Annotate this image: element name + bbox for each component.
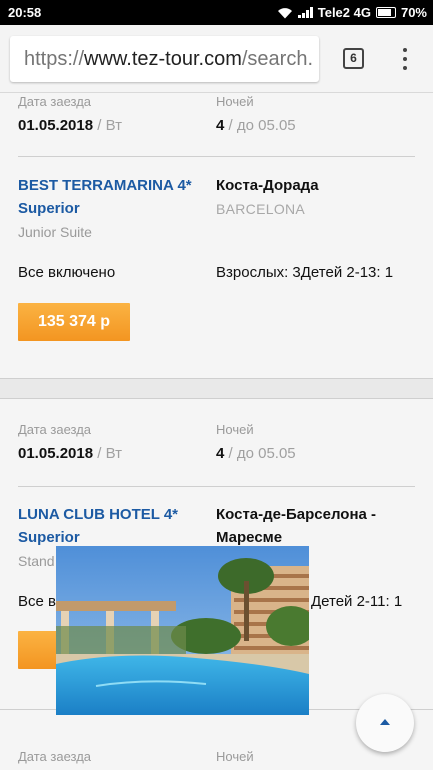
nights-value: 4 / до 05.05 (216, 445, 296, 462)
nights-until: / до 05.05 (228, 117, 296, 134)
status-indicators: Tele2 4G 70% (277, 5, 427, 20)
nights-until: / до 05.05 (228, 445, 296, 462)
room-type: Stand (18, 553, 55, 569)
nights-count: 4 (216, 445, 225, 462)
status-time: 20:58 (8, 5, 42, 20)
url-scheme: https:// (24, 48, 85, 70)
address-bar[interactable]: https://www.tez-tour.com/search. (10, 36, 319, 82)
hotel-name-link[interactable]: LUNA CLUB HOTEL 4* Superior (18, 503, 208, 549)
tab-count: 6 (350, 51, 357, 65)
scroll-up-icon (380, 719, 390, 725)
nights-count: 4 (216, 117, 225, 134)
browser-toolbar: https://www.tez-tour.com/search. 6 (0, 25, 433, 93)
checkin-value: 01.05.2018 / Вт (18, 117, 122, 134)
city-name: BARCELONA (216, 201, 306, 217)
price-button[interactable]: 135 374 р (18, 303, 130, 341)
status-bar: 20:58 Tele2 4G 70% (0, 0, 433, 25)
checkin-weekday: / Вт (97, 117, 122, 134)
region-name: Коста-де-Барселона - Маресме (216, 506, 377, 546)
tour-card: Дата заезда 01.05.2018 / Вт Ночей 4 / до… (0, 93, 433, 379)
nights-label: Ночей (216, 94, 254, 109)
checkin-date: 01.05.2018 (18, 117, 94, 134)
hotel-photo (56, 546, 309, 715)
nights-value: 4 / до 05.05 (216, 117, 296, 134)
tourists-info: Детей 2-11: 1 (311, 593, 403, 610)
hotel-photo-image (56, 546, 309, 715)
tourists-info: Взрослых: 3Детей 2-13: 1 (216, 264, 394, 281)
checkin-label: Дата заезда (18, 749, 92, 764)
carrier-label: Tele2 4G (317, 5, 371, 20)
checkin-label: Дата заезда (18, 94, 92, 109)
checkin-weekday: / Вт (97, 445, 122, 462)
battery-percent: 70% (400, 5, 427, 20)
card-divider (18, 156, 415, 157)
url-domain: www.tez-tour.com (84, 48, 242, 70)
url-path: /search. (241, 48, 314, 70)
card-divider (18, 486, 415, 487)
signal-icon (297, 7, 313, 18)
region-name: Коста-Дорада (216, 177, 319, 194)
room-type: Junior Suite (18, 224, 92, 240)
checkin-date: 01.05.2018 (18, 445, 94, 462)
checkin-value: 01.05.2018 / Вт (18, 445, 122, 462)
meal-plan: Все включено (18, 264, 116, 281)
checkin-label: Дата заезда (18, 422, 92, 437)
nights-label: Ночей (216, 422, 254, 437)
battery-icon (375, 7, 396, 18)
meal-plan: Все в (18, 593, 56, 610)
scroll-up-button[interactable] (356, 694, 414, 752)
wifi-icon (277, 7, 292, 18)
tabs-icon[interactable]: 6 (343, 48, 364, 69)
overflow-menu-icon[interactable] (398, 45, 412, 73)
hotel-name-link[interactable]: BEST TERRAMARINA 4* Superior (18, 174, 208, 220)
nights-label: Ночей (216, 749, 254, 764)
